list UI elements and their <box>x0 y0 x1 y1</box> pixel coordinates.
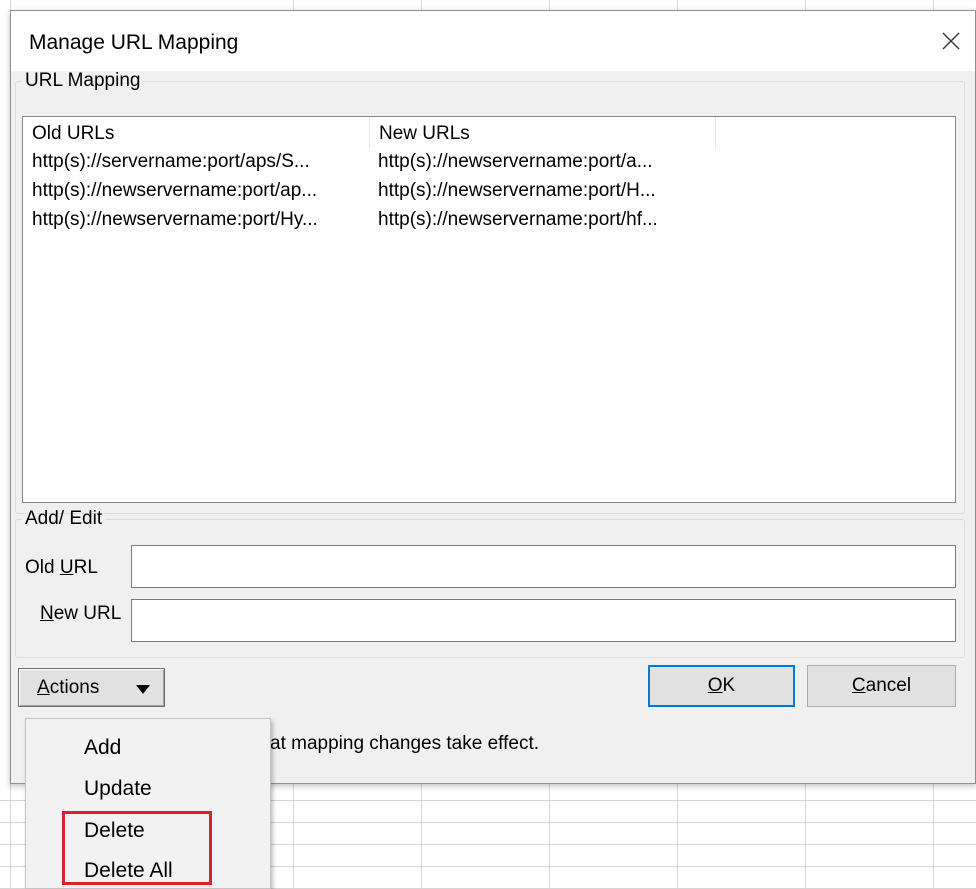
new-url-cell: http(s)://newservername:port/H... <box>378 180 656 201</box>
old-url-input[interactable] <box>131 545 956 588</box>
old-url-label: Old URL <box>25 557 98 578</box>
new-url-input[interactable] <box>131 599 956 642</box>
list-row[interactable]: http(s)://newservername:port/Hy... http(… <box>23 206 955 235</box>
url-mapping-list[interactable]: Old URLs New URLs http(s)://servername:p… <box>22 116 956 503</box>
caret-down-icon <box>136 685 150 694</box>
old-url-cell: http(s)://newservername:port/Hy... <box>32 209 318 230</box>
cancel-button[interactable]: Cancel <box>807 665 956 707</box>
close-icon <box>942 32 960 50</box>
close-button[interactable] <box>931 21 971 61</box>
old-url-cell: http(s)://servername:port/aps/S... <box>32 151 310 172</box>
list-row[interactable]: http(s)://newservername:port/ap... http(… <box>23 177 955 206</box>
info-message: at mapping changes take effect. <box>270 733 539 754</box>
new-url-label: New URL <box>40 603 122 624</box>
menu-item-update[interactable]: Update <box>84 777 152 801</box>
actions-dropdown-button[interactable]: Actions <box>18 668 165 707</box>
actions-menu: Add Update Delete Delete All <box>25 718 271 889</box>
menu-item-delete[interactable]: Delete <box>84 819 145 843</box>
ok-button[interactable]: OK <box>648 665 795 707</box>
new-url-cell: http(s)://newservername:port/a... <box>378 151 653 172</box>
list-header: Old URLs New URLs <box>23 117 955 148</box>
old-url-cell: http(s)://newservername:port/ap... <box>32 180 318 201</box>
dialog-title: Manage URL Mapping <box>29 31 239 54</box>
list-row[interactable]: http(s)://servername:port/aps/S... http(… <box>23 148 955 177</box>
add-edit-legend: Add/ Edit <box>25 508 103 529</box>
title-bar: Manage URL Mapping <box>11 11 975 71</box>
url-mapping-legend: URL Mapping <box>25 70 141 91</box>
actions-label: Actions <box>37 676 100 698</box>
column-header-old-urls[interactable]: Old URLs <box>23 117 370 148</box>
menu-item-delete-all[interactable]: Delete All <box>84 859 173 883</box>
column-header-new-urls[interactable]: New URLs <box>370 117 716 148</box>
menu-item-add[interactable]: Add <box>84 736 121 760</box>
new-url-cell: http(s)://newservername:port/hf... <box>378 209 658 230</box>
